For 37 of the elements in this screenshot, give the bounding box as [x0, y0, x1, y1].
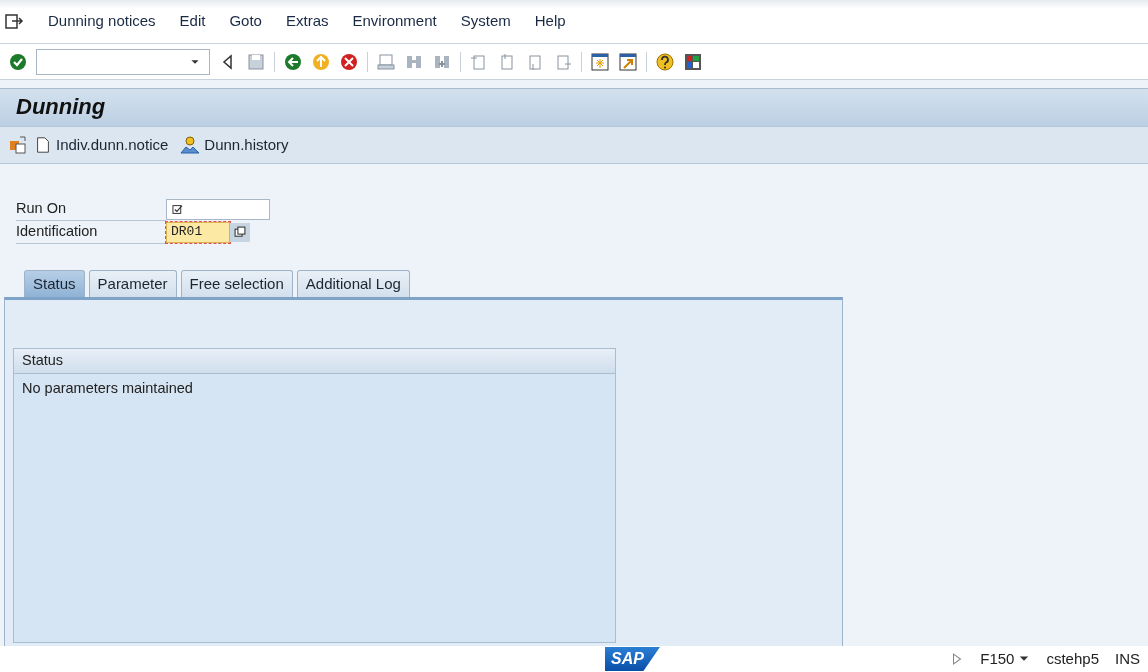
- command-field[interactable]: [36, 48, 210, 75]
- status-text: No parameters maintained: [21, 378, 194, 398]
- back-icon[interactable]: [283, 51, 303, 72]
- switch-view-icon[interactable]: [8, 135, 28, 155]
- document-button[interactable]: Indiv.dunn.notice: [28, 133, 175, 157]
- screen-title: Dunning: [16, 94, 106, 121]
- menu-item[interactable]: Environment: [352, 10, 437, 33]
- menu-icon[interactable]: [4, 11, 24, 32]
- tab[interactable]: Free selection: [180, 269, 293, 297]
- run-on-field[interactable]: [166, 198, 270, 220]
- tab[interactable]: Additional Log: [296, 269, 410, 297]
- shortcut-icon[interactable]: [618, 51, 638, 72]
- menu-item[interactable]: Extras: [285, 10, 329, 33]
- help-icon[interactable]: [655, 51, 675, 72]
- enter-icon[interactable]: [8, 51, 28, 72]
- layout-icon[interactable]: [683, 51, 703, 72]
- cancel-icon[interactable]: [339, 51, 359, 72]
- menu-item[interactable]: System: [460, 10, 511, 33]
- transaction-dropdown[interactable]: F150: [980, 647, 1031, 671]
- value-help-button[interactable]: [230, 222, 250, 242]
- tab[interactable]: Status: [24, 269, 85, 297]
- menu-item[interactable]: Edit: [179, 10, 206, 33]
- history-button[interactable]: Dunn.history: [174, 133, 295, 157]
- menu-item[interactable]: Dunning notices: [48, 10, 156, 33]
- document-icon: [34, 135, 52, 155]
- menu-item[interactable]: Goto: [229, 10, 262, 33]
- server-name: cstehp5: [1046, 648, 1099, 669]
- menu-item[interactable]: Help: [534, 10, 566, 33]
- identification-field[interactable]: DR01: [166, 221, 230, 243]
- person-icon: [180, 135, 201, 155]
- sap-logo: SAP: [605, 647, 660, 671]
- group-title: Status: [14, 349, 615, 374]
- insert-mode: INS: [1115, 648, 1140, 669]
- checkbox-icon: [171, 202, 184, 216]
- copy-icon: [233, 225, 247, 240]
- tab[interactable]: Parameter: [88, 269, 177, 297]
- new-session-icon[interactable]: [590, 51, 610, 72]
